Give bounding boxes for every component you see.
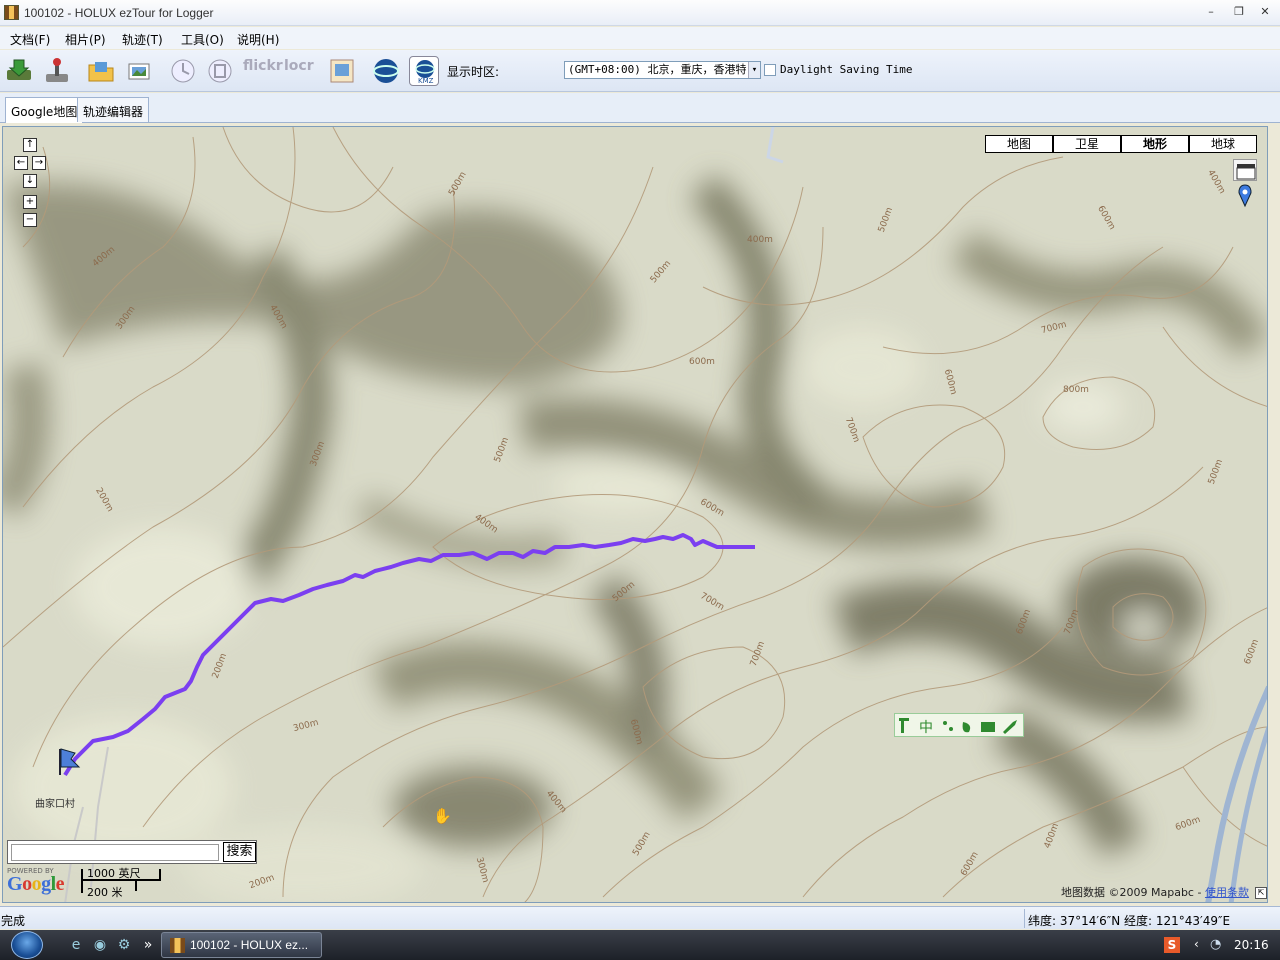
map-pin-icon[interactable] xyxy=(1236,184,1254,210)
scale-bar-tick xyxy=(159,869,161,879)
hand-cursor-icon: ✋ xyxy=(433,807,452,825)
start-button[interactable] xyxy=(11,931,43,959)
scale-meters: 200 米 xyxy=(87,886,123,899)
locr-icon[interactable]: locr xyxy=(284,56,314,86)
daylight-saving-label: Daylight Saving Time xyxy=(780,63,913,76)
menu-tools[interactable]: 工具(O) xyxy=(181,31,224,48)
kmz-icon[interactable]: KMZ xyxy=(409,56,439,86)
kmz-label: KMZ xyxy=(418,77,434,85)
scale-bar-tick xyxy=(81,869,83,893)
chevron-down-icon[interactable]: ▾ xyxy=(748,62,760,78)
zoom-out-button[interactable]: − xyxy=(23,213,37,227)
search-button[interactable]: 搜索 xyxy=(223,842,256,862)
map-type-map[interactable]: 地图 xyxy=(985,135,1053,153)
contour-label: 800m xyxy=(1063,385,1089,395)
open-folder-icon[interactable] xyxy=(86,56,116,86)
flickr-icon[interactable]: flickr xyxy=(243,56,283,86)
contour-label: 400m xyxy=(747,235,773,245)
status-bar: 完成 纬度: 37°14′6″N 经度: 121°43′49″E xyxy=(0,906,1280,929)
tab-track-editor[interactable]: 轨迹编辑器 xyxy=(77,97,150,122)
film-clapper-icon[interactable] xyxy=(1233,159,1257,181)
ie-icon[interactable]: e xyxy=(68,937,84,953)
map-tool-palette: 中 xyxy=(894,713,1024,737)
zoom-in-button[interactable]: + xyxy=(23,195,37,209)
taskbar-window-button[interactable]: 100102 - HOLUX ez... xyxy=(161,932,322,958)
toolbar: flickr locr KMZ 显示时区: (GMT+08:00) 北京，重庆，… xyxy=(0,50,1280,92)
browser-icon[interactable]: ◉ xyxy=(92,937,108,953)
download-logger-icon[interactable] xyxy=(4,56,34,86)
tool-icon[interactable]: ⚙ xyxy=(116,937,132,953)
tab-strip: Google地图 轨迹编辑器 xyxy=(0,93,1280,123)
menu-bar: 文档(F) 相片(P) 轨迹(T) 工具(O) 说明(H) xyxy=(0,27,1280,49)
trash-icon[interactable] xyxy=(205,56,235,86)
tab-google-map[interactable]: Google地图 xyxy=(5,97,84,123)
taskbar-window-label: 100102 - HOLUX ez... xyxy=(190,938,309,952)
map-type-satellite[interactable]: 卫星 xyxy=(1053,135,1121,153)
close-button[interactable]: ✕ xyxy=(1254,4,1276,20)
title-bar: 100102 - HOLUX ezTour for Logger – ❐ ✕ xyxy=(0,0,1280,26)
quicklaunch-overflow[interactable]: » xyxy=(140,937,156,953)
coordinates-readout: 纬度: 37°14′6″N 经度: 121°43′49″E xyxy=(1024,909,1280,928)
window-title: 100102 - HOLUX ezTour for Logger xyxy=(24,6,214,20)
taskbar: e ◉ ⚙ » 100102 - HOLUX ez... S ‹ ◔ 20:16 xyxy=(0,930,1280,960)
timezone-label: 显示时区: xyxy=(447,65,500,79)
google-earth-icon[interactable] xyxy=(371,56,401,86)
pan-up-button[interactable]: ↑ xyxy=(23,138,37,152)
pan-down-button[interactable]: ↓ xyxy=(23,174,37,188)
timezone-select[interactable]: (GMT+08:00) 北京，重庆，香港特 ▾ xyxy=(564,61,761,79)
map-type-earth[interactable]: 地球 xyxy=(1189,135,1257,153)
sogou-ime-icon[interactable]: S xyxy=(1164,937,1180,953)
menu-track[interactable]: 轨迹(T) xyxy=(122,31,163,48)
app-icon xyxy=(4,5,19,20)
pan-right-button[interactable]: → xyxy=(32,156,46,170)
network-icon[interactable]: ◔ xyxy=(1210,937,1221,952)
place-label: 曲家口村 xyxy=(35,799,75,810)
clock[interactable]: 20:16 xyxy=(1234,938,1269,952)
terrain-map[interactable] xyxy=(3,127,1268,903)
map-type-switcher: 地图 卫星 地形 地球 xyxy=(985,135,1259,153)
scale-feet: 1000 英尺 xyxy=(87,867,141,880)
minimize-button[interactable]: – xyxy=(1200,4,1222,20)
photos-icon[interactable] xyxy=(124,56,154,86)
terms-link[interactable]: 使用条款 xyxy=(1205,886,1249,899)
map-type-terrain[interactable]: 地形 xyxy=(1121,135,1189,153)
menu-file[interactable]: 文档(F) xyxy=(10,31,50,48)
tray-expand-icon[interactable]: ‹ xyxy=(1194,937,1199,951)
menu-photos[interactable]: 相片(P) xyxy=(65,31,106,48)
menu-help[interactable]: 说明(H) xyxy=(237,31,279,48)
timezone-value: (GMT+08:00) 北京，重庆，香港特 xyxy=(568,63,747,76)
google-logo: Google xyxy=(7,873,65,895)
pan-left-button[interactable]: ← xyxy=(14,156,28,170)
map-view[interactable]: 500m 400m 500m 600m 400m 400m 300m 400m … xyxy=(2,126,1268,903)
resize-corner-icon[interactable]: ⇱ xyxy=(1255,887,1267,899)
maximize-button[interactable]: ❐ xyxy=(1228,4,1250,20)
svg-text:中: 中 xyxy=(919,720,933,736)
joystick-icon[interactable] xyxy=(42,56,72,86)
copyright-text: 地图数据 ©2009 Mapabc - xyxy=(1061,886,1202,899)
daylight-saving-checkbox[interactable] xyxy=(764,64,776,76)
map-search-input[interactable] xyxy=(11,844,219,861)
map-copyright: 地图数据 ©2009 Mapabc - 使用条款 xyxy=(1061,884,1249,900)
app-icon xyxy=(170,938,185,953)
photo-album-icon[interactable] xyxy=(327,56,357,86)
status-text: 完成 xyxy=(1,914,26,928)
map-search: 搜索 xyxy=(7,840,257,864)
contour-label: 600m xyxy=(689,357,715,367)
clock-icon[interactable] xyxy=(168,56,198,86)
